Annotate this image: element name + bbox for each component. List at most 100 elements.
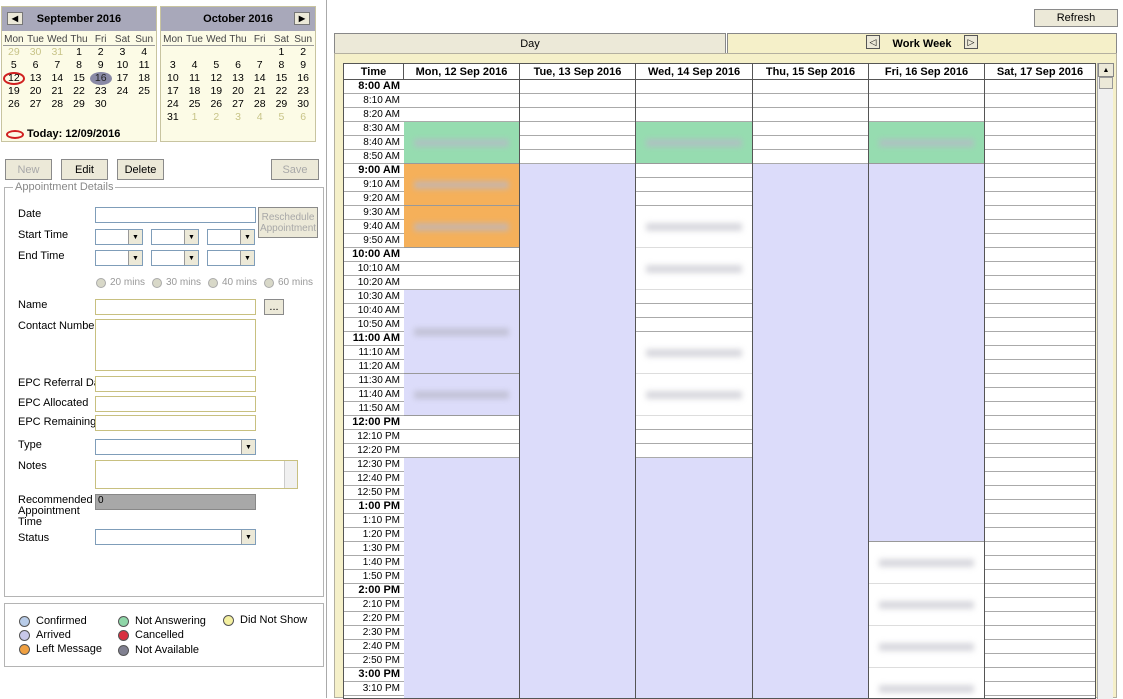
time-slot[interactable]	[985, 94, 1095, 108]
epc-referral-date-field[interactable]	[95, 376, 256, 392]
time-slot[interactable]	[985, 122, 1095, 136]
time-slot[interactable]	[985, 542, 1095, 556]
appointment-block[interactable]	[869, 668, 984, 698]
calendar-day[interactable]: 9	[292, 59, 314, 72]
calendar-day[interactable]: 5	[271, 111, 293, 124]
day-column[interactable]	[869, 80, 985, 698]
new-button[interactable]: New	[5, 159, 52, 180]
calendar-day[interactable]: 14	[249, 72, 271, 85]
time-slot[interactable]	[985, 514, 1095, 528]
save-button[interactable]: Save	[271, 159, 319, 180]
time-slot[interactable]	[985, 640, 1095, 654]
calendar-day[interactable]: 16	[89, 72, 112, 85]
time-slot[interactable]	[985, 570, 1095, 584]
calendar-day[interactable]: 11	[133, 59, 155, 72]
time-slot[interactable]	[985, 346, 1095, 360]
next-week-arrow-icon[interactable]: ▷	[964, 35, 978, 49]
time-slot[interactable]	[636, 318, 752, 332]
calendar-day[interactable]: 4	[249, 111, 271, 124]
time-slot[interactable]	[753, 80, 868, 94]
time-slot[interactable]	[985, 318, 1095, 332]
calendar-day[interactable]: 20	[227, 85, 249, 98]
calendar-day[interactable]: 22	[68, 85, 90, 98]
calendar-day[interactable]: 29	[271, 98, 293, 111]
calendar-day[interactable]: 19	[205, 85, 227, 98]
time-slot[interactable]	[520, 94, 635, 108]
time-slot[interactable]	[404, 276, 519, 290]
calendar-day[interactable]: 26	[205, 98, 227, 111]
time-slot[interactable]	[869, 80, 984, 94]
time-slot[interactable]	[985, 192, 1095, 206]
time-slot[interactable]	[636, 416, 752, 430]
epc-allocated-field[interactable]	[95, 396, 256, 412]
time-slot[interactable]	[985, 262, 1095, 276]
time-slot[interactable]	[753, 108, 868, 122]
time-slot[interactable]	[520, 122, 635, 136]
calendar-day[interactable]: 1	[184, 111, 206, 124]
notes-field[interactable]	[95, 460, 298, 489]
calendar-day[interactable]: 17	[112, 72, 134, 85]
calendar-day[interactable]: 21	[46, 85, 68, 98]
day-column[interactable]	[636, 80, 753, 698]
calendar-day[interactable]: 15	[271, 72, 293, 85]
calendar-day[interactable]: 28	[46, 98, 68, 111]
time-slot[interactable]	[985, 598, 1095, 612]
time-slot[interactable]	[636, 164, 752, 178]
calendar-day[interactable]: 1	[271, 46, 293, 59]
calendar-day[interactable]: 25	[184, 98, 206, 111]
calendar-day[interactable]: 26	[3, 98, 25, 111]
calendar-day[interactable]: 2	[292, 46, 314, 59]
time-slot[interactable]	[985, 402, 1095, 416]
notes-scrollbar[interactable]	[284, 461, 297, 488]
time-slot[interactable]	[985, 276, 1095, 290]
time-slot[interactable]	[985, 654, 1095, 668]
time-slot[interactable]	[636, 290, 752, 304]
calendar-day[interactable]: 25	[133, 85, 155, 98]
calendar-day[interactable]: 6	[227, 59, 249, 72]
epc-remaining-field[interactable]	[95, 415, 256, 431]
calendar-day[interactable]: 3	[112, 46, 134, 59]
time-slot[interactable]	[985, 388, 1095, 402]
time-slot[interactable]	[985, 374, 1095, 388]
time-slot[interactable]	[985, 234, 1095, 248]
appointment-block[interactable]	[869, 626, 984, 668]
calendar-day[interactable]: 5	[3, 59, 25, 72]
time-slot[interactable]	[636, 444, 752, 458]
time-slot[interactable]	[753, 136, 868, 150]
time-slot[interactable]	[985, 584, 1095, 598]
time-slot[interactable]	[985, 150, 1095, 164]
name-lookup-button[interactable]: ...	[264, 299, 284, 315]
day-column[interactable]	[753, 80, 869, 698]
time-slot[interactable]	[985, 304, 1095, 318]
calendar-day[interactable]: 11	[184, 72, 206, 85]
time-slot[interactable]	[753, 122, 868, 136]
duration-20-radio[interactable]: 20 mins	[96, 277, 145, 288]
calendar-day[interactable]: 9	[90, 59, 112, 72]
time-slot[interactable]	[636, 304, 752, 318]
time-slot[interactable]	[985, 444, 1095, 458]
time-slot[interactable]	[985, 528, 1095, 542]
calendar-day[interactable]: 8	[68, 59, 90, 72]
start-ampm-select[interactable]: ▼	[207, 229, 255, 245]
time-slot[interactable]	[404, 94, 519, 108]
date-field[interactable]	[95, 207, 256, 223]
calendar-day[interactable]: 6	[25, 59, 47, 72]
appointment-block[interactable]	[636, 332, 752, 374]
time-slot[interactable]	[636, 178, 752, 192]
name-field[interactable]	[95, 299, 256, 315]
calendar-day[interactable]: 27	[25, 98, 47, 111]
time-slot[interactable]	[985, 164, 1095, 178]
time-slot[interactable]	[985, 556, 1095, 570]
calendar-day[interactable]: 30	[292, 98, 314, 111]
time-slot[interactable]	[985, 80, 1095, 94]
calendar-day[interactable]: 13	[25, 72, 47, 85]
calendar-day[interactable]: 3	[162, 59, 184, 72]
time-slot[interactable]	[985, 612, 1095, 626]
appointment-block[interactable]	[869, 122, 984, 164]
status-select[interactable]: ▼	[95, 529, 256, 545]
time-slot[interactable]	[985, 472, 1095, 486]
end-ampm-select[interactable]: ▼	[207, 250, 255, 266]
time-slot[interactable]	[520, 150, 635, 164]
edit-button[interactable]: Edit	[61, 159, 108, 180]
appointment-block[interactable]	[404, 122, 519, 164]
